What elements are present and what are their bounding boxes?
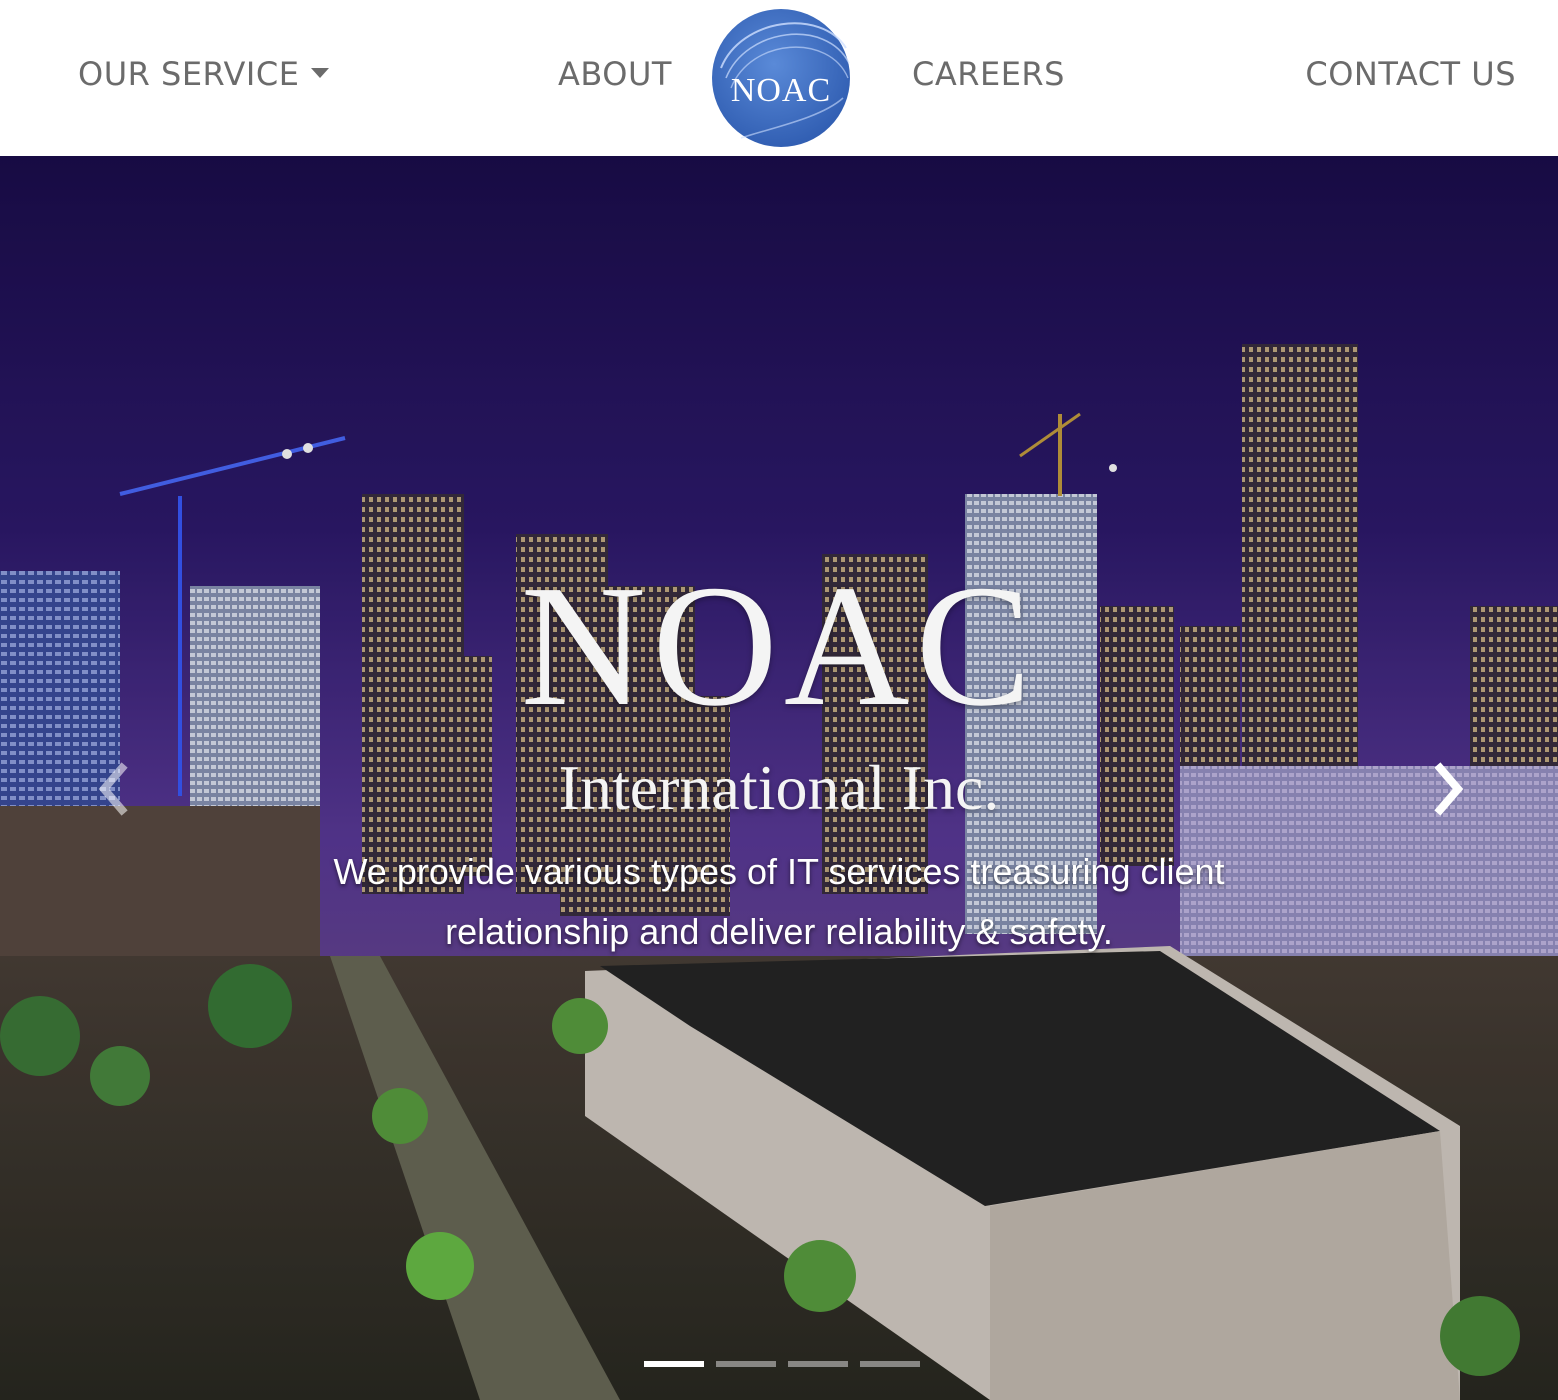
carousel-indicator-2[interactable] [716,1361,776,1367]
hero-description: We provide various types of IT services … [333,851,1225,952]
navbar: OUR SERVICE ABOUT NOAC CAREERS CONTACT U… [0,0,1558,156]
nav-our-service[interactable]: OUR SERVICE [78,52,330,96]
logo[interactable]: NOAC [711,8,851,148]
hero-title: NOAC [520,549,1038,742]
carousel-indicators [644,1361,924,1367]
chevron-right-icon [1434,762,1464,816]
caret-down-icon [311,68,330,78]
hero-subtitle: International Inc. [558,752,1000,823]
carousel-indicator-3[interactable] [788,1361,848,1367]
chevron-left-icon [98,762,128,816]
carousel-indicator-1[interactable] [644,1361,704,1367]
logo-text: NOAC [730,72,832,109]
carousel-indicator-4[interactable] [860,1361,920,1367]
nav-our-service-label: OUR SERVICE [78,55,300,93]
carousel-prev-button[interactable] [84,754,144,824]
hero-carousel: NOAC International Inc. We provide vario… [0,156,1558,1400]
nav-about[interactable]: ABOUT [558,52,672,96]
nav-careers[interactable]: CAREERS [912,52,1065,96]
nav-contact-us[interactable]: CONTACT US [1305,52,1516,96]
carousel-next-button[interactable] [1418,754,1478,824]
